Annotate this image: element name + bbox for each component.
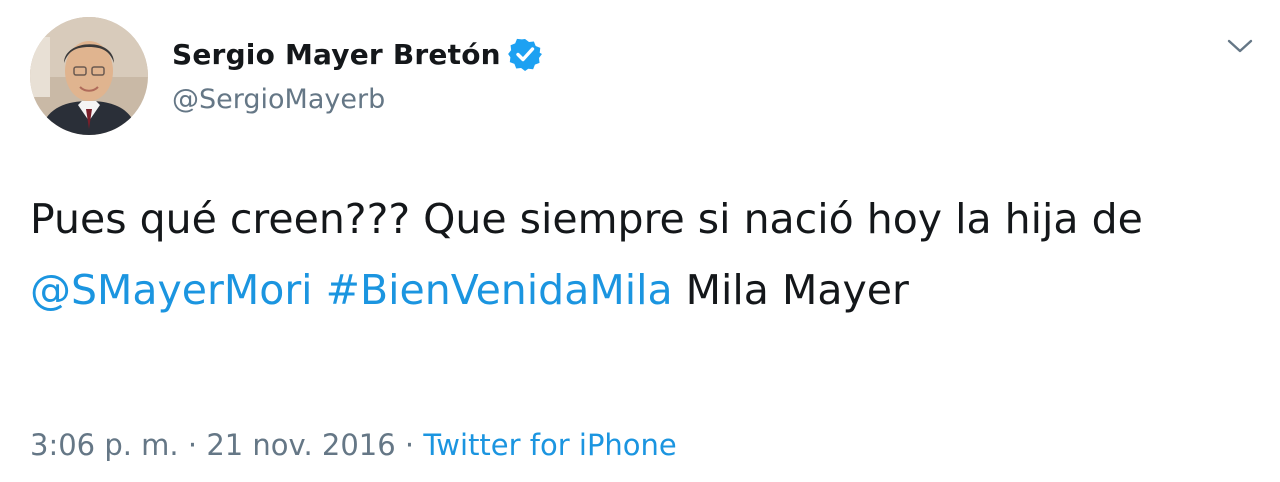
meta-separator: · (178, 428, 207, 462)
hashtag-link[interactable]: #BienVenidaMila (326, 266, 673, 314)
tweet-time[interactable]: 3:06 p. m. (30, 428, 179, 462)
tweet-source-link[interactable]: Twitter for iPhone (423, 428, 676, 462)
meta-separator: · (395, 428, 424, 462)
tweet-date[interactable]: 21 nov. 2016 (206, 428, 395, 462)
verified-badge-icon (507, 36, 543, 72)
tweet-meta: 3:06 p. m. · 21 nov. 2016 · Twitter for … (30, 428, 677, 462)
user-handle[interactable]: @SergioMayerb (172, 84, 385, 115)
name-row: Sergio Mayer Bretón (172, 34, 543, 74)
tweet-menu-button[interactable] (1222, 30, 1258, 62)
mention-link[interactable]: @SMayerMori (30, 266, 313, 314)
avatar[interactable] (30, 17, 148, 135)
tweet-text: Pues qué creen??? Que siempre si nació h… (30, 184, 1230, 326)
tweet-text-part (313, 266, 326, 314)
chevron-down-icon (1227, 39, 1253, 53)
avatar-photo-icon (30, 17, 148, 135)
tweet-text-part: Mila Mayer (672, 266, 909, 314)
tweet-text-part: Pues qué creen??? Que siempre si nació h… (30, 195, 1143, 243)
display-name[interactable]: Sergio Mayer Bretón (172, 38, 501, 71)
